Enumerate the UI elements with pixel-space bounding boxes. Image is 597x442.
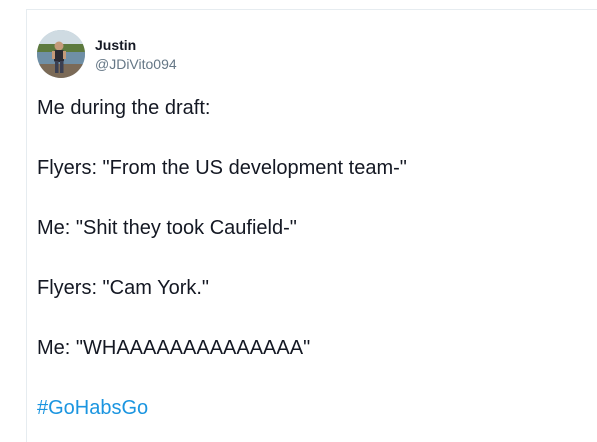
tweet-line: Me during the draft: [37, 97, 211, 119]
tweet-card: Justin @JDiVito094 Me during the draft: … [37, 26, 582, 423]
tweet-text: Me during the draft: Flyers: "From the U… [37, 93, 582, 423]
tweet-line: Me: "WHAAAAAAAAAAAAAA" [37, 337, 311, 359]
display-name[interactable]: Justin [95, 37, 177, 53]
line-break [37, 183, 582, 213]
tweet-line: Me: "Shit they took Caufield-" [37, 217, 297, 239]
author-names: Justin @JDiVito094 [95, 26, 177, 73]
tweet-header: Justin @JDiVito094 [37, 26, 582, 82]
hashtag-link[interactable]: #GoHabsGo [37, 393, 582, 423]
line-break [37, 363, 582, 393]
avatar[interactable] [37, 30, 85, 78]
line-break [37, 243, 582, 273]
user-handle[interactable]: @JDiVito094 [95, 55, 177, 73]
tweet-line: Flyers: "Cam York." [37, 277, 210, 299]
left-divider [26, 9, 27, 442]
top-divider [26, 9, 597, 10]
avatar-photo-icon [37, 30, 85, 78]
tweet-line: Flyers: "From the US development team-" [37, 157, 407, 179]
line-break [37, 303, 582, 333]
line-break [37, 123, 582, 153]
